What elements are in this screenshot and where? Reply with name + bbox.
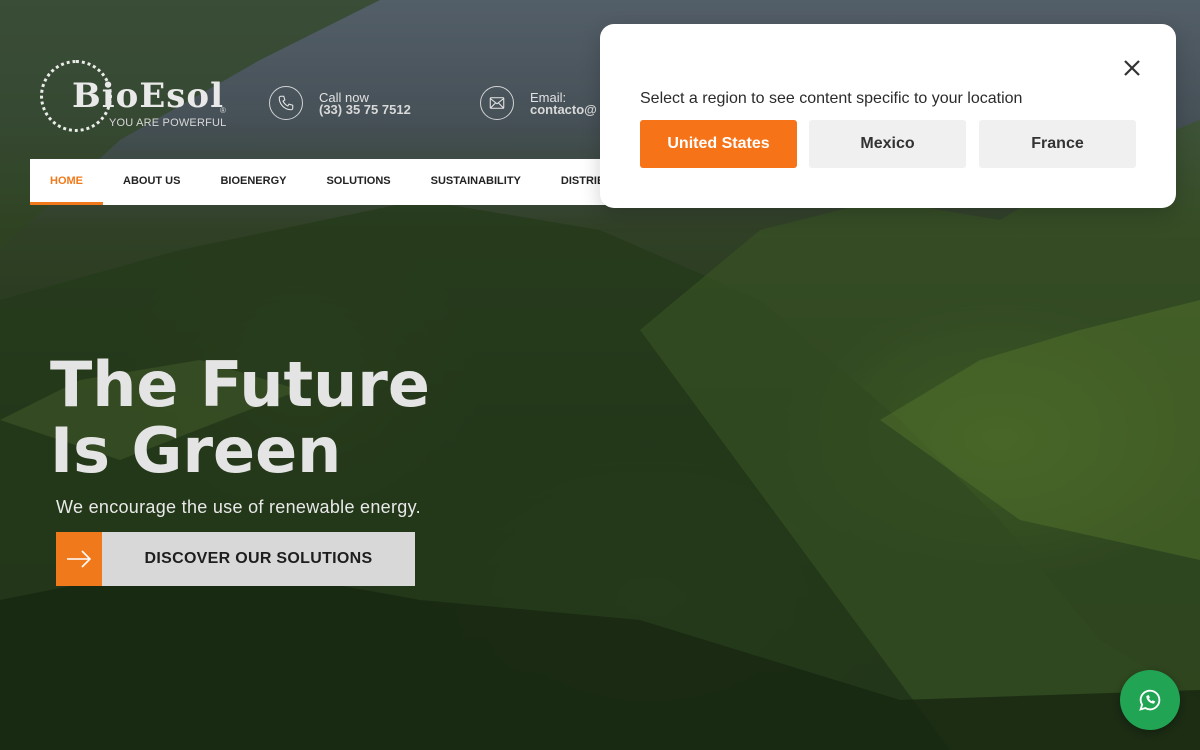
brand-logo[interactable]: BioEsol ® YOU ARE POWERFUL	[40, 60, 230, 136]
cta-label: DISCOVER OUR SOLUTIONS	[102, 532, 415, 586]
arrow-right-icon	[56, 532, 102, 586]
region-button-mexico[interactable]: Mexico	[809, 120, 966, 168]
mail-icon	[480, 86, 514, 120]
hero-title-line-2: Is Green	[50, 414, 342, 487]
nav-item-solutions[interactable]: SOLUTIONS	[306, 159, 410, 205]
phone-number[interactable]: (33) 35 75 7512	[319, 102, 411, 117]
hero-title: The Future Is Green	[50, 352, 650, 484]
discover-solutions-button[interactable]: DISCOVER OUR SOLUTIONS	[56, 532, 415, 586]
whatsapp-button[interactable]	[1120, 670, 1180, 730]
whatsapp-icon	[1139, 689, 1161, 711]
region-selector-modal: Select a region to see content specific …	[600, 24, 1176, 208]
hero-title-line-1: The Future	[50, 348, 430, 421]
hero-subtitle: We encourage the use of renewable energy…	[56, 497, 421, 517]
close-icon[interactable]	[1120, 56, 1144, 80]
logo-registered-mark: ®	[220, 106, 226, 115]
nav-item-sustainability[interactable]: SUSTAINABILITY	[411, 159, 541, 205]
logo-name: BioEsol	[72, 76, 224, 116]
nav-item-home[interactable]: HOME	[30, 159, 103, 205]
logo-tagline: YOU ARE POWERFUL	[109, 117, 227, 129]
region-button-united-states[interactable]: United States	[640, 120, 797, 168]
nav-item-about-us[interactable]: ABOUT US	[103, 159, 200, 205]
email-address[interactable]: contacto@	[530, 102, 597, 117]
nav-item-bioenergy[interactable]: BIOENERGY	[200, 159, 306, 205]
region-prompt: Select a region to see content specific …	[640, 90, 1023, 107]
region-button-france[interactable]: France	[979, 120, 1136, 168]
phone-icon	[269, 86, 303, 120]
